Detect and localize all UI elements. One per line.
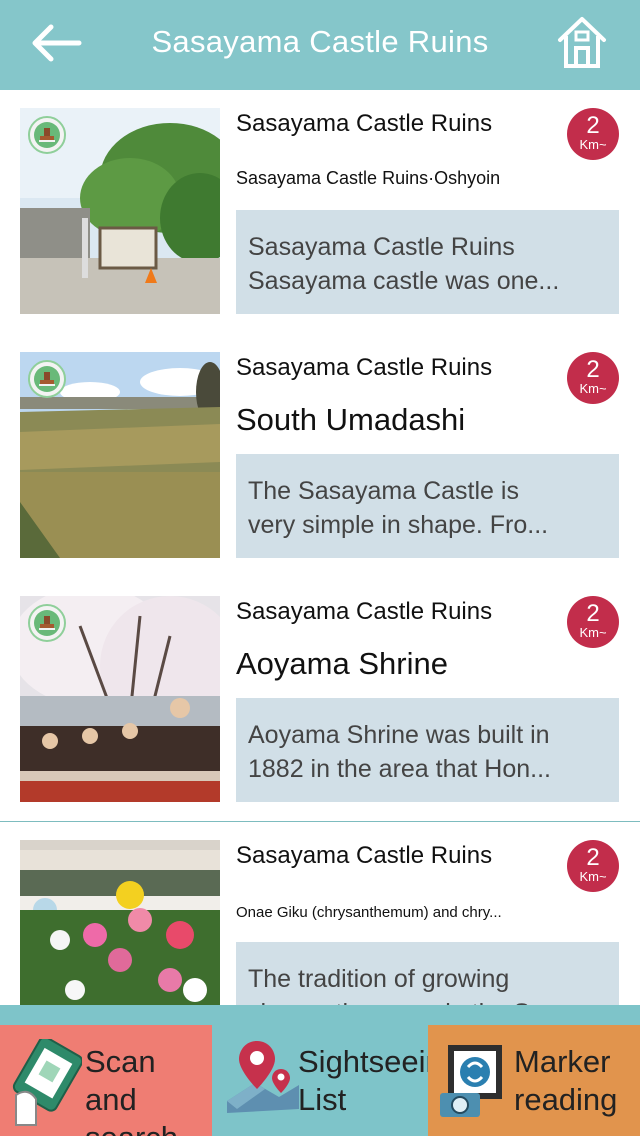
stamp-icon xyxy=(28,360,66,398)
item-area: Sasayama Castle Ruins xyxy=(236,598,493,625)
distance-badge: 2 Km~ xyxy=(567,840,619,892)
scan-label-line: search xyxy=(85,1119,212,1136)
marker-reading-label: Marker reading xyxy=(514,1043,617,1119)
scan-label: Scan and search xyxy=(85,1043,212,1136)
spot-photo xyxy=(20,108,220,314)
scan-phone-icon xyxy=(12,1039,82,1126)
home-icon xyxy=(558,17,606,68)
distance-value: 2 xyxy=(586,112,600,139)
back-arrow-icon xyxy=(32,24,82,62)
item-name: Aoyama Shrine xyxy=(236,646,448,681)
description-line: Aoyama Shrine was built in xyxy=(248,721,550,749)
list-item[interactable]: Sasayama Castle Ruins South Umadashi The… xyxy=(0,334,640,578)
list-item[interactable]: Sasayama Castle Ruins Sasayama Castle Ru… xyxy=(0,90,640,334)
sightseeing-list[interactable]: Sasayama Castle Ruins Sasayama Castle Ru… xyxy=(0,90,640,1005)
item-area: Sasayama Castle Ruins xyxy=(236,842,493,869)
spot-photo xyxy=(20,352,220,558)
distance-value: 2 xyxy=(586,356,600,383)
bottom-nav: Scan and search Sightseeing List Marker xyxy=(0,1005,640,1136)
marker-reading-button[interactable]: Marker reading xyxy=(428,1025,640,1136)
item-description: Sasayama Castle Ruins Sasayama castle wa… xyxy=(236,210,619,314)
item-name: Onae Giku (chrysanthemum) and chry... xyxy=(236,904,502,921)
description-line: Sasayama Castle Ruins xyxy=(248,233,515,261)
back-button[interactable] xyxy=(26,18,86,68)
item-description: The tradition of growing chrysanthemums … xyxy=(236,942,619,1005)
stamp-icon xyxy=(28,604,66,642)
distance-unit: Km~ xyxy=(579,381,607,396)
camera-icon xyxy=(440,1045,502,1117)
item-description: The Sasayama Castle is very simple in sh… xyxy=(236,454,619,558)
distance-badge: 2 Km~ xyxy=(567,596,619,648)
description-line: 1882 in the area that Hon... xyxy=(248,755,551,783)
map-pin-icon xyxy=(227,1041,299,1113)
distance-badge: 2 Km~ xyxy=(567,352,619,404)
description-line: Sasayama castle was one... xyxy=(248,267,560,295)
home-button[interactable] xyxy=(554,14,610,70)
item-description: Aoyama Shrine was built in 1882 in the a… xyxy=(236,698,619,802)
spot-photo xyxy=(20,840,220,1005)
distance-value: 2 xyxy=(586,844,600,871)
stamp-icon xyxy=(28,116,66,154)
scan-label-line: Scan and xyxy=(85,1044,156,1117)
list-item[interactable]: Sasayama Castle Ruins Onae Giku (chrysan… xyxy=(0,821,640,1005)
marker-label-line: reading xyxy=(514,1082,618,1117)
header-bar: Sasayama Castle Ruins xyxy=(0,0,640,90)
distance-unit: Km~ xyxy=(579,625,607,640)
distance-unit: Km~ xyxy=(579,137,607,152)
distance-badge: 2 Km~ xyxy=(567,108,619,160)
item-name: South Umadashi xyxy=(236,402,466,437)
item-area: Sasayama Castle Ruins xyxy=(236,354,493,381)
spot-photo xyxy=(20,596,220,802)
item-area: Sasayama Castle Ruins xyxy=(236,110,493,137)
page-title: Sasayama Castle Ruins xyxy=(151,24,489,59)
description-line: very simple in shape. Fro... xyxy=(248,511,549,539)
description-line: chrysanthemums in the S... xyxy=(248,996,607,1005)
item-name: Sasayama Castle Ruins·Oshyoin xyxy=(236,168,501,188)
marker-label-line: Marker xyxy=(514,1044,611,1079)
description-line: The tradition of growing xyxy=(248,965,510,993)
description-line: The Sasayama Castle is xyxy=(248,477,519,505)
distance-unit: Km~ xyxy=(579,869,607,884)
sightseeing-list-button[interactable]: Sightseeing List xyxy=(213,1025,460,1136)
list-item[interactable]: Sasayama Castle Ruins Aoyama Shrine Aoya… xyxy=(0,578,640,822)
scan-and-search-button[interactable]: Scan and search xyxy=(0,1025,212,1136)
distance-value: 2 xyxy=(586,600,600,627)
